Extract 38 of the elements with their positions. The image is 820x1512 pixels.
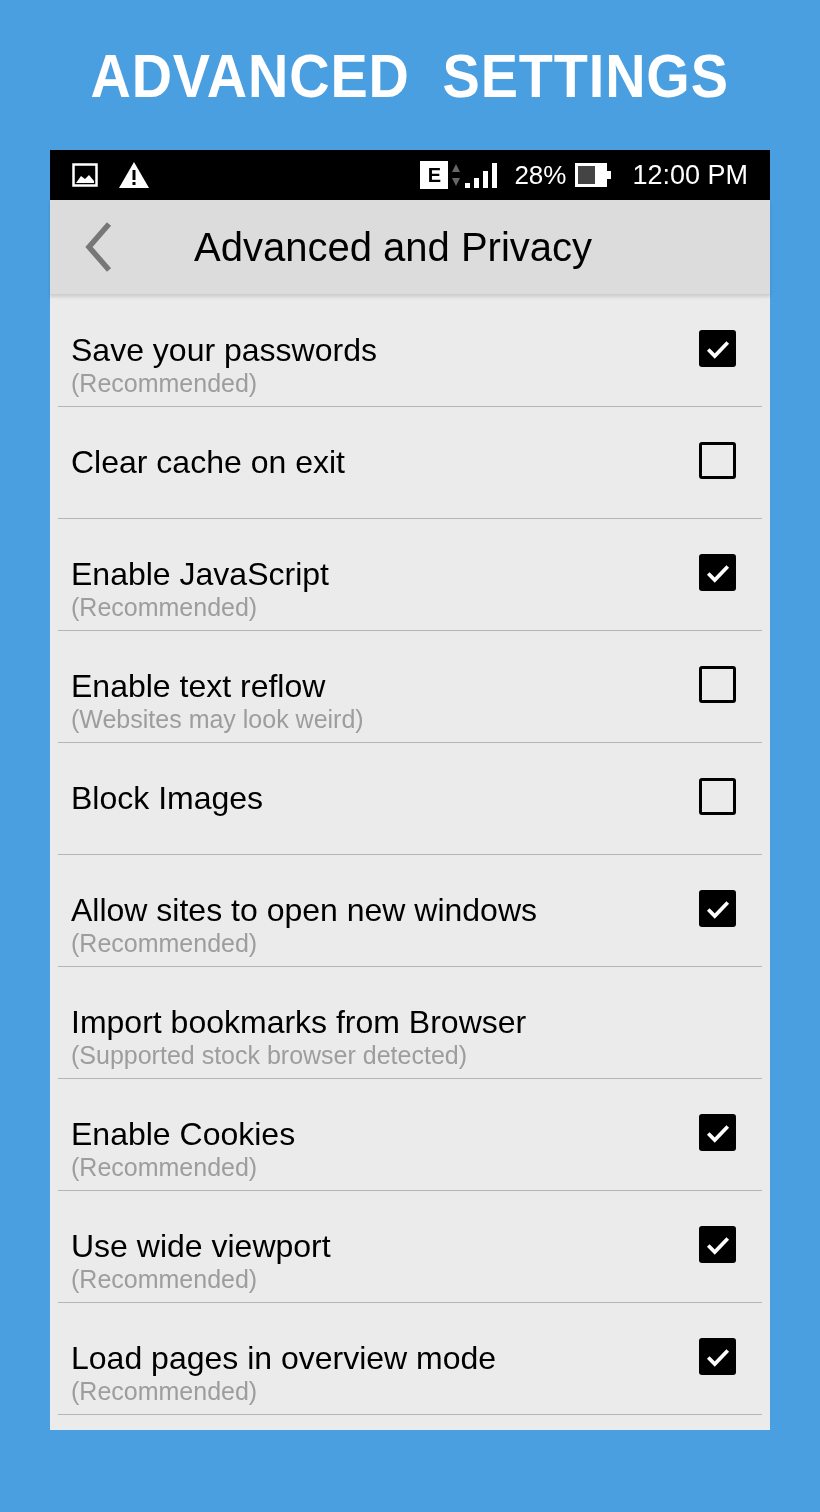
network-type: E bbox=[420, 161, 449, 189]
setting-label: Enable Cookies bbox=[71, 1116, 296, 1152]
battery-percent: 28% bbox=[514, 158, 567, 192]
setting-label: Allow sites to open new windows bbox=[71, 892, 537, 928]
clock: 12:00 PM bbox=[632, 158, 748, 192]
battery-icon bbox=[574, 162, 613, 188]
data-arrows-icon bbox=[451, 162, 462, 188]
checkbox[interactable] bbox=[699, 442, 736, 479]
setting-label: Block Images bbox=[71, 780, 264, 816]
checkbox[interactable] bbox=[699, 330, 736, 367]
banner-title: ADVANCED SETTINGS bbox=[90, 40, 730, 112]
setting-label: Save your passwords bbox=[71, 332, 377, 368]
setting-label: Use wide viewport bbox=[71, 1228, 331, 1264]
setting-label: Clear cache on exit bbox=[71, 444, 345, 480]
setting-note: (Recommended) bbox=[71, 1264, 259, 1294]
setting-note: (Recommended) bbox=[71, 368, 259, 398]
setting-note: (Supported stock browser detected) bbox=[71, 1040, 469, 1070]
checkbox[interactable] bbox=[699, 890, 736, 927]
setting-note: (Recommended) bbox=[71, 1152, 259, 1182]
setting-note: (Recommended) bbox=[71, 928, 259, 958]
warning-icon bbox=[118, 161, 150, 189]
setting-label: Enable text reflow bbox=[71, 668, 327, 704]
checkbox[interactable] bbox=[699, 778, 736, 815]
image-icon bbox=[72, 163, 98, 187]
setting-label: Enable JavaScript bbox=[71, 556, 329, 592]
setting-note: (Recommended) bbox=[71, 1376, 259, 1406]
checkbox[interactable] bbox=[699, 666, 736, 703]
setting-label: Load pages in overview mode bbox=[71, 1340, 497, 1376]
signal-icon bbox=[464, 161, 499, 189]
checkbox[interactable] bbox=[699, 1226, 736, 1263]
setting-label: Import bookmarks from Browser bbox=[71, 1004, 527, 1040]
setting-note: (Recommended) bbox=[71, 592, 259, 622]
back-icon bbox=[83, 221, 113, 273]
checkbox[interactable] bbox=[699, 1114, 736, 1151]
checkbox[interactable] bbox=[699, 554, 736, 591]
checkbox[interactable] bbox=[699, 1338, 736, 1375]
screen-title: Advanced and Privacy bbox=[194, 224, 592, 271]
setting-note: (Websites may look weird) bbox=[71, 704, 364, 734]
